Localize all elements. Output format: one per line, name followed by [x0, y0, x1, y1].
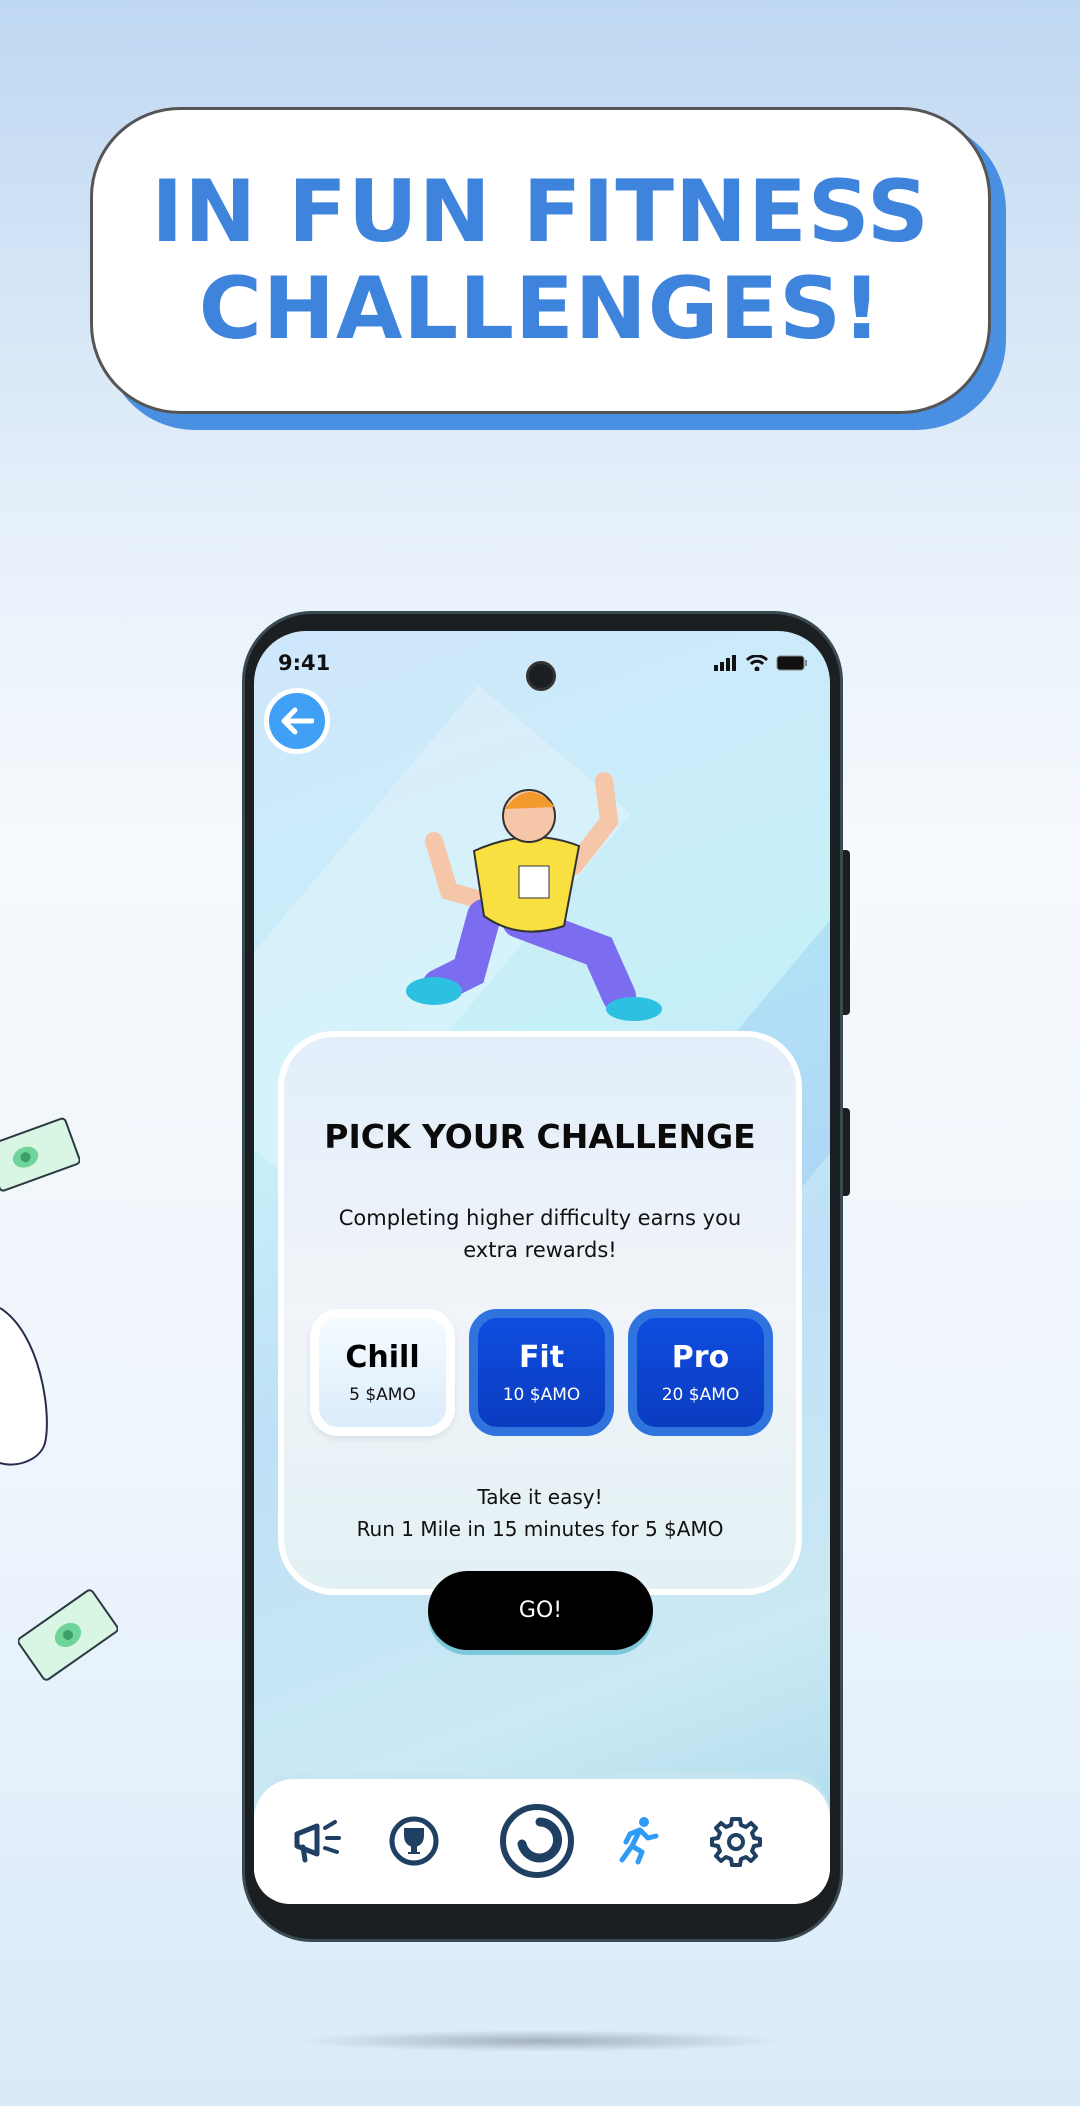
running-icon: [619, 1817, 659, 1865]
nav-challenges[interactable]: [606, 1809, 670, 1873]
nav-home[interactable]: [497, 1801, 577, 1881]
challenge-description: Run 1 Mile in 15 minutes for 5 $AMO: [356, 1517, 724, 1541]
nav-announcements[interactable]: [285, 1809, 349, 1873]
nav-settings[interactable]: [704, 1809, 768, 1873]
gear-icon: [710, 1817, 762, 1867]
battery-icon: [776, 655, 807, 671]
money-bill-icon: [0, 1117, 80, 1192]
status-time: 9:41: [278, 651, 331, 675]
trophy-icon: [389, 1816, 439, 1866]
home-logo-icon: [500, 1804, 574, 1878]
arrow-left-icon: [281, 707, 314, 735]
option-name: Pro: [671, 1340, 730, 1375]
phone-volume-button: [843, 850, 850, 1015]
back-button[interactable]: [264, 688, 330, 754]
option-reward: 10 $AMO: [502, 1385, 581, 1405]
challenge-card: PICK YOUR CHALLENGE Completing higher di…: [278, 1031, 802, 1595]
bottom-nav: [254, 1779, 830, 1904]
option-reward: 20 $AMO: [661, 1385, 740, 1405]
nav-leaderboard[interactable]: [382, 1809, 446, 1873]
front-camera: [526, 661, 556, 691]
card-subtitle: Completing higher difficulty earns you: [338, 1206, 742, 1230]
card-title: PICK YOUR CHALLENGE: [324, 1117, 756, 1156]
go-button[interactable]: GO!: [428, 1571, 653, 1650]
option-name: Fit: [518, 1340, 565, 1375]
signal-icon: [714, 655, 736, 671]
wifi-icon: [746, 655, 768, 671]
option-reward: 5 $AMO: [349, 1385, 416, 1405]
card-subtitle: extra rewards!: [463, 1238, 617, 1262]
balloon-shape: [0, 1307, 48, 1466]
challenge-description: Take it easy!: [477, 1485, 603, 1509]
option-name: Chill: [345, 1340, 420, 1375]
status-bar: 9:41: [254, 651, 830, 691]
option-chill[interactable]: Chill 5 $AMO: [310, 1309, 455, 1436]
phone-shadow: [295, 2030, 785, 2052]
megaphone-icon: [294, 1820, 341, 1863]
option-pro[interactable]: Pro 20 $AMO: [628, 1309, 773, 1436]
phone-power-button: [843, 1108, 850, 1196]
headline-banner: IN FUN FITNESS CHALLENGES!: [90, 107, 991, 414]
option-fit[interactable]: Fit 10 $AMO: [469, 1309, 614, 1436]
runner-illustration: [406, 772, 662, 1021]
headline-line-2: CHALLENGES!: [198, 258, 883, 359]
headline-line-1: IN FUN FITNESS: [151, 162, 930, 263]
phone-screen: 9:41 PICK YOUR CHALLENGE Completing high…: [254, 631, 830, 1904]
money-bill-icon: [18, 1589, 118, 1681]
